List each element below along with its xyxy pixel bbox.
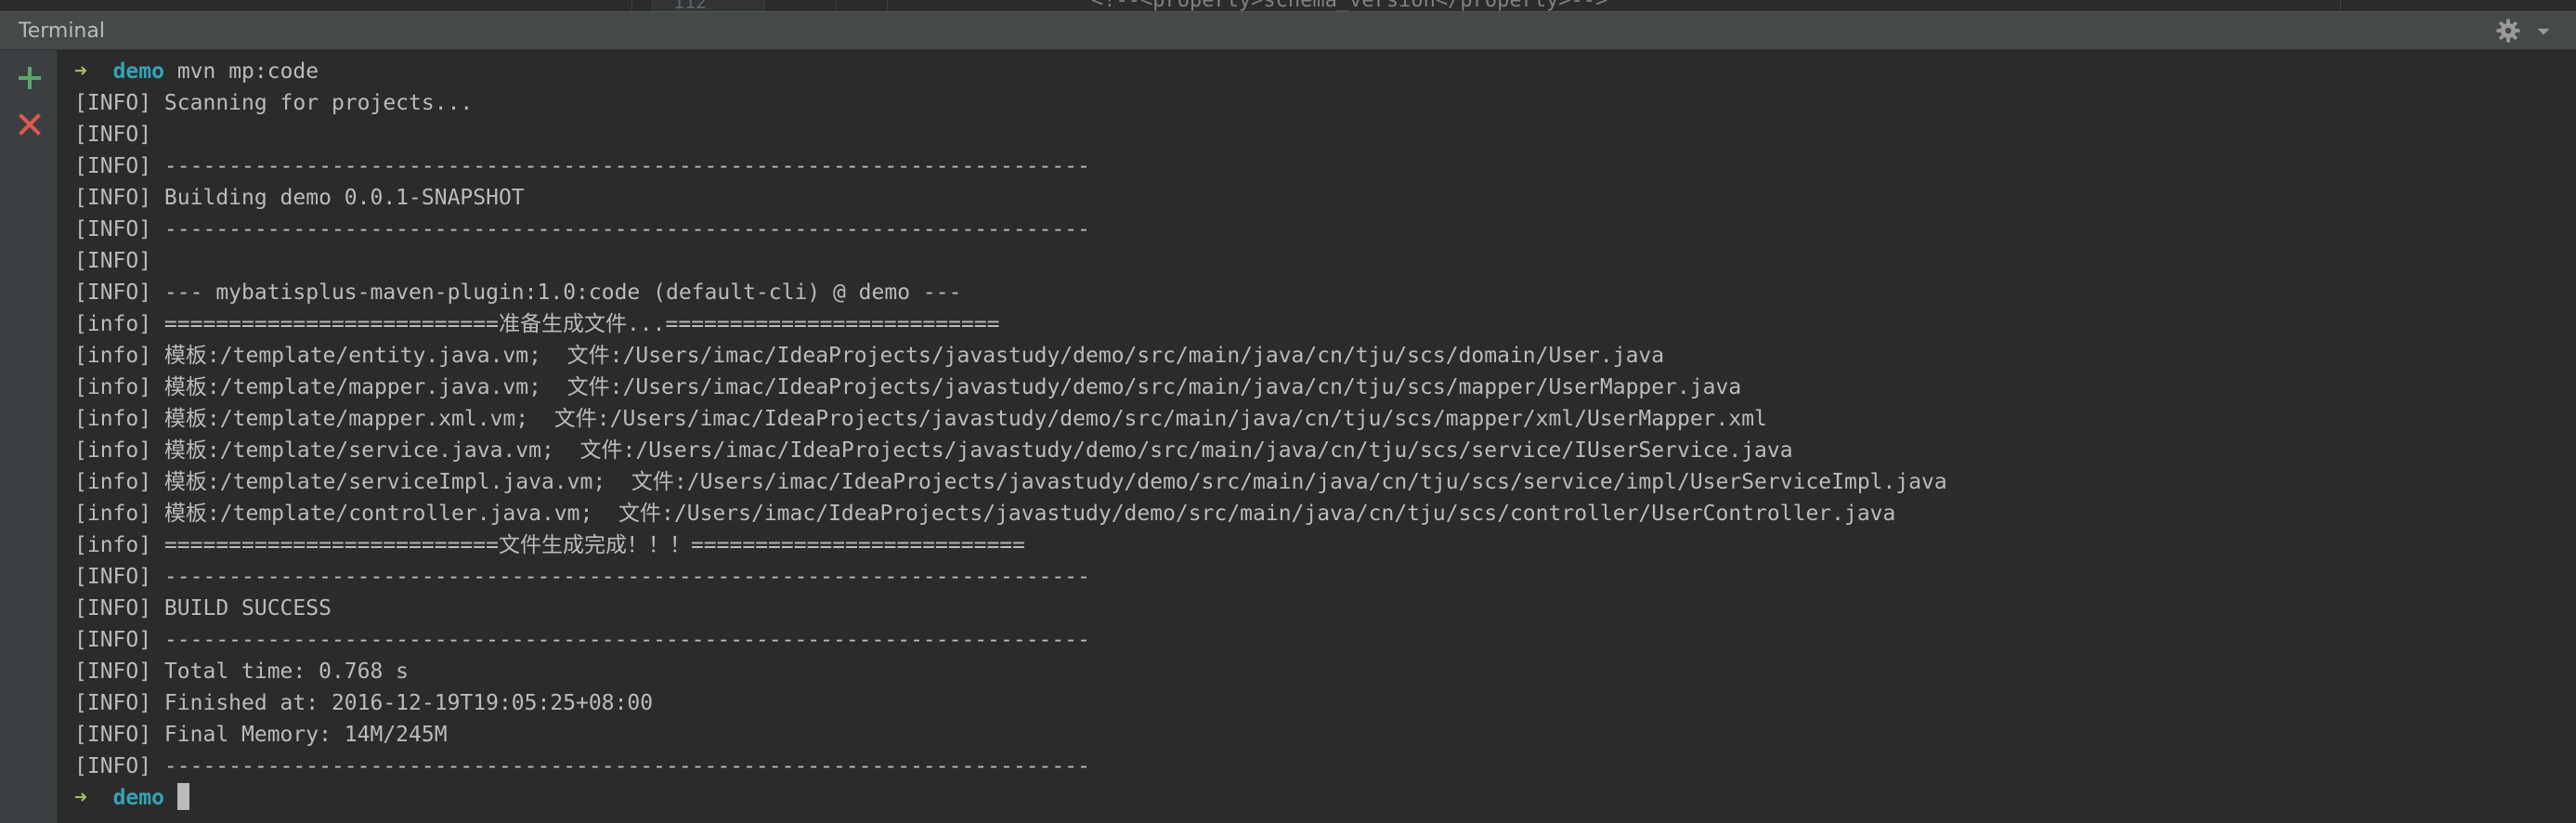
output-line: [info] ==========================文件生成完成！… [74,533,1025,557]
terminal-output[interactable]: ➜ demo mvn mp:code [INFO] Scanning for p… [74,56,2557,823]
output-line: [INFO] ---------------------------------… [74,154,1090,178]
output-line: [INFO] ---------------------------------… [74,565,1090,589]
output-line: [info] 模板:/template/serviceImpl.java.vm;… [74,470,1947,494]
output-line: [INFO] Building demo 0.0.1-SNAPSHOT [74,186,525,210]
output-line: [info] 模板:/template/service.java.vm; 文件:… [74,438,1793,463]
terminal-title-bar: Terminal [0,11,2576,50]
output-line: [info] 模板:/template/controller.java.vm; … [74,502,1896,526]
output-line: [INFO] Scanning for projects... [74,91,474,115]
output-line: [INFO] [74,123,152,147]
output-line: [INFO] Total time: 0.768 s [74,660,410,684]
editor-divider [887,0,888,11]
prompt-directory: demo [112,59,164,84]
ide-window: 112 <!--<property>schema_version</proper… [0,0,2576,823]
output-line: [info] 模板:/template/entity.java.vm; 文件:/… [74,344,1665,368]
prompt-directory: demo [112,786,164,810]
output-line: [INFO] Final Memory: 14M/245M [74,723,448,747]
command-text: mvn mp:code [176,59,319,84]
output-line: [INFO] BUILD SUCCESS [74,596,332,621]
editor-gutter: 112 [652,0,765,11]
editor-divider [836,0,837,11]
panel-tools [2494,17,2556,48]
output-line: [INFO] ---------------------------------… [74,628,1090,652]
output-line: [info] 模板:/template/mapper.xml.vm; 文件:/U… [74,407,1767,431]
text-cursor [176,783,189,810]
output-line: [info] 模板:/template/mapper.java.vm; 文件:/… [74,375,1742,399]
prompt-arrow: ➜ [74,59,87,84]
gear-icon[interactable] [2494,17,2522,48]
output-line: [INFO] Finished at: 2016-12-19T19:05:25+… [74,691,654,715]
output-line: [INFO] ---------------------------------… [74,217,1090,242]
prompt-line: ➜ demo mvn mp:code [74,56,2557,87]
output-line: [info] ==========================准备生成文件.… [74,312,1000,336]
output-line: [INFO] --- mybatisplus-maven-plugin:1.0:… [74,281,962,305]
prompt-arrow: ➜ [74,786,87,810]
plus-icon[interactable] [16,64,44,92]
editor-code-line: <!--<property>schema_version</property>-… [1091,0,1607,11]
terminal-toolbar [0,50,58,823]
hide-panel-icon[interactable] [2531,19,2556,46]
output-line: [INFO] [74,249,152,273]
editor-area[interactable]: 112 <!--<property>schema_version</proper… [0,0,2576,11]
editor-divider [631,0,632,11]
panel-title: Terminal [19,20,105,43]
output-line: [INFO] ---------------------------------… [74,754,1090,778]
editor-right-margin [2340,0,2341,11]
close-icon[interactable] [16,111,44,138]
line-number: 112 [673,0,708,11]
prompt-line[interactable]: ➜ demo [74,782,2557,814]
